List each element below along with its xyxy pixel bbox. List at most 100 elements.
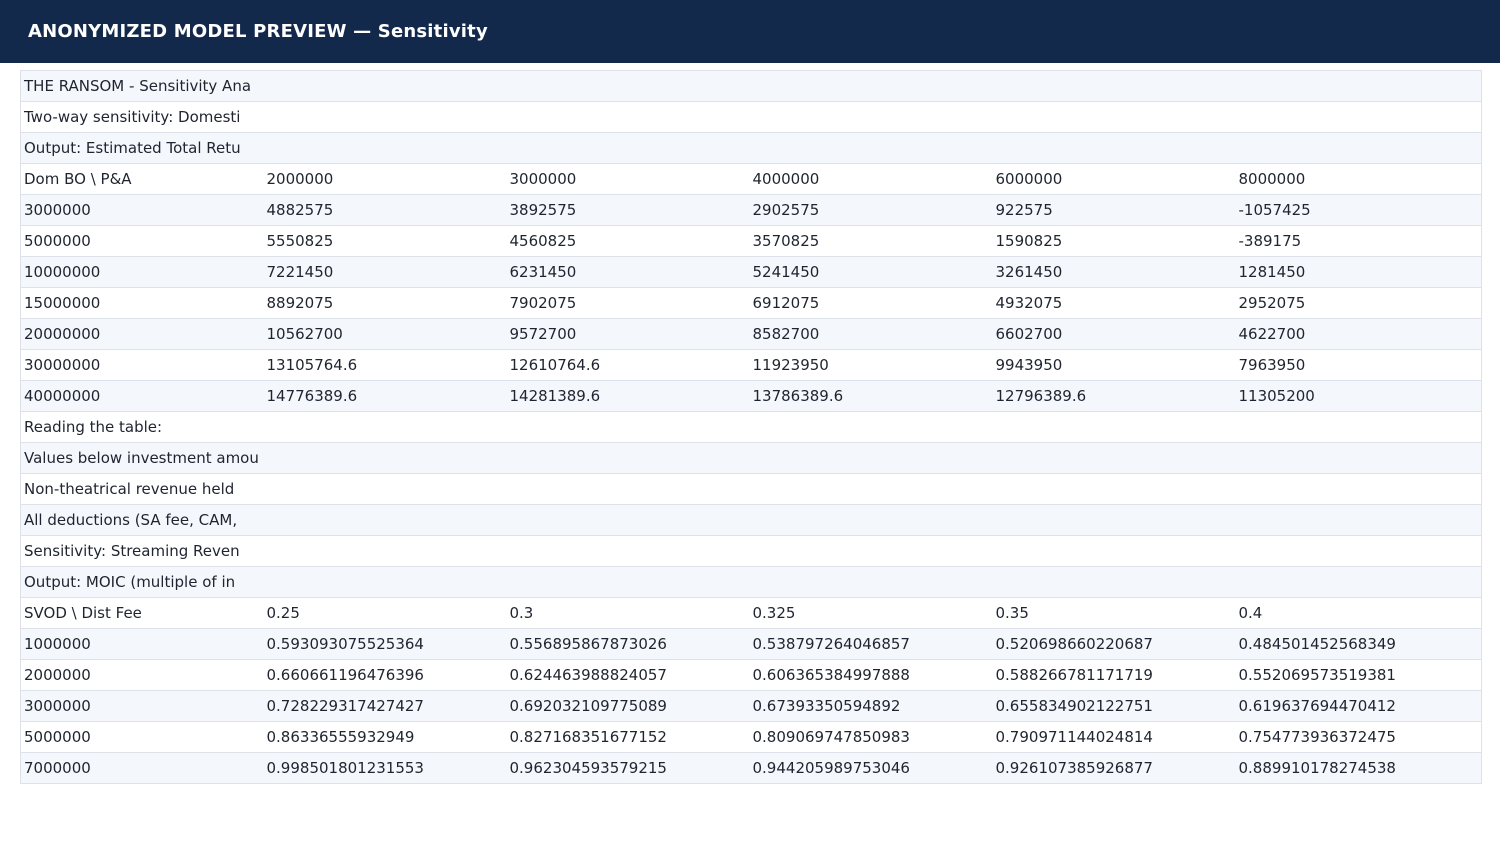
- table-cell[interactable]: 0.520698660220687: [992, 628, 1236, 660]
- table-cell[interactable]: [1235, 504, 1482, 536]
- table-cell[interactable]: 5241450: [749, 256, 993, 288]
- table-cell[interactable]: [263, 504, 507, 536]
- table-cell[interactable]: 10000000: [20, 256, 264, 288]
- table-cell[interactable]: [506, 132, 750, 164]
- table-cell[interactable]: 3000000: [20, 194, 264, 226]
- table-cell[interactable]: 0.588266781171719: [992, 659, 1236, 691]
- table-cell[interactable]: Reading the table:: [20, 411, 264, 443]
- table-cell[interactable]: 11923950: [749, 349, 993, 381]
- table-cell[interactable]: 0.655834902122751: [992, 690, 1236, 722]
- table-cell[interactable]: 0.926107385926877: [992, 752, 1236, 784]
- table-cell[interactable]: 0.944205989753046: [749, 752, 993, 784]
- table-cell[interactable]: All deductions (SA fee, CAM,: [20, 504, 264, 536]
- table-cell[interactable]: Output: Estimated Total Retu: [20, 132, 264, 164]
- table-cell[interactable]: [263, 473, 507, 505]
- table-cell[interactable]: 8892075: [263, 287, 507, 319]
- table-cell[interactable]: [506, 504, 750, 536]
- table-cell[interactable]: 14281389.6: [506, 380, 750, 412]
- table-cell[interactable]: 14776389.6: [263, 380, 507, 412]
- table-cell[interactable]: SVOD \ Dist Fee: [20, 597, 264, 629]
- table-cell[interactable]: THE RANSOM - Sensitivity Ana: [20, 70, 264, 102]
- table-cell[interactable]: 0.692032109775089: [506, 690, 750, 722]
- table-cell[interactable]: 4000000: [749, 163, 993, 195]
- table-cell[interactable]: [1235, 535, 1482, 567]
- table-cell[interactable]: 3000000: [20, 690, 264, 722]
- table-cell[interactable]: 6912075: [749, 287, 993, 319]
- table-cell[interactable]: 0.35: [992, 597, 1236, 629]
- table-cell[interactable]: [992, 132, 1236, 164]
- table-cell[interactable]: 0.325: [749, 597, 993, 629]
- table-cell[interactable]: [1235, 101, 1482, 133]
- table-cell[interactable]: 8000000: [1235, 163, 1482, 195]
- table-cell[interactable]: 0.593093075525364: [263, 628, 507, 660]
- table-cell[interactable]: 2000000: [263, 163, 507, 195]
- table-cell[interactable]: 2952075: [1235, 287, 1482, 319]
- table-cell[interactable]: [992, 70, 1236, 102]
- table-cell[interactable]: [749, 442, 993, 474]
- table-cell[interactable]: 9943950: [992, 349, 1236, 381]
- table-cell[interactable]: 4932075: [992, 287, 1236, 319]
- table-cell[interactable]: 12796389.6: [992, 380, 1236, 412]
- table-cell[interactable]: [749, 566, 993, 598]
- table-cell[interactable]: [749, 535, 993, 567]
- table-cell[interactable]: 1590825: [992, 225, 1236, 257]
- table-cell[interactable]: 0.624463988824057: [506, 659, 750, 691]
- table-cell[interactable]: 8582700: [749, 318, 993, 350]
- table-cell[interactable]: -1057425: [1235, 194, 1482, 226]
- table-cell[interactable]: 6602700: [992, 318, 1236, 350]
- table-cell[interactable]: Sensitivity: Streaming Reven: [20, 535, 264, 567]
- table-cell[interactable]: 0.827168351677152: [506, 721, 750, 753]
- table-cell[interactable]: [506, 70, 750, 102]
- table-cell[interactable]: [1235, 442, 1482, 474]
- table-cell[interactable]: [506, 101, 750, 133]
- table-cell[interactable]: [506, 411, 750, 443]
- table-cell[interactable]: 12610764.6: [506, 349, 750, 381]
- table-cell[interactable]: 3570825: [749, 225, 993, 257]
- table-cell[interactable]: [992, 566, 1236, 598]
- table-cell[interactable]: [263, 411, 507, 443]
- table-cell[interactable]: [1235, 473, 1482, 505]
- table-cell[interactable]: 0.790971144024814: [992, 721, 1236, 753]
- table-cell[interactable]: 20000000: [20, 318, 264, 350]
- table-cell[interactable]: 0.25: [263, 597, 507, 629]
- table-cell[interactable]: 5000000: [20, 225, 264, 257]
- table-cell[interactable]: 0.484501452568349: [1235, 628, 1482, 660]
- table-cell[interactable]: 1281450: [1235, 256, 1482, 288]
- table-cell[interactable]: 6000000: [992, 163, 1236, 195]
- table-cell[interactable]: [506, 566, 750, 598]
- table-cell[interactable]: 11305200: [1235, 380, 1482, 412]
- table-cell[interactable]: 13105764.6: [263, 349, 507, 381]
- table-cell[interactable]: [749, 411, 993, 443]
- table-cell[interactable]: 0.552069573519381: [1235, 659, 1482, 691]
- table-cell[interactable]: 9572700: [506, 318, 750, 350]
- table-cell[interactable]: 13786389.6: [749, 380, 993, 412]
- table-cell[interactable]: 10562700: [263, 318, 507, 350]
- table-cell[interactable]: [1235, 411, 1482, 443]
- table-cell[interactable]: [1235, 132, 1482, 164]
- table-cell[interactable]: 4882575: [263, 194, 507, 226]
- table-cell[interactable]: 15000000: [20, 287, 264, 319]
- table-cell[interactable]: [506, 442, 750, 474]
- table-cell[interactable]: Values below investment amou: [20, 442, 264, 474]
- table-cell[interactable]: [506, 535, 750, 567]
- table-cell[interactable]: 7963950: [1235, 349, 1482, 381]
- table-cell[interactable]: Output: MOIC (multiple of in: [20, 566, 264, 598]
- table-cell[interactable]: [749, 70, 993, 102]
- table-cell[interactable]: Dom BO \ P&A: [20, 163, 264, 195]
- table-cell[interactable]: 7902075: [506, 287, 750, 319]
- table-cell[interactable]: 1000000: [20, 628, 264, 660]
- table-cell[interactable]: [263, 535, 507, 567]
- table-cell[interactable]: [749, 132, 993, 164]
- table-cell[interactable]: 0.3: [506, 597, 750, 629]
- table-cell[interactable]: 0.606365384997888: [749, 659, 993, 691]
- table-cell[interactable]: 4622700: [1235, 318, 1482, 350]
- table-cell[interactable]: 30000000: [20, 349, 264, 381]
- table-cell[interactable]: 2000000: [20, 659, 264, 691]
- table-cell[interactable]: [263, 101, 507, 133]
- table-cell[interactable]: 7000000: [20, 752, 264, 784]
- table-cell[interactable]: 0.556895867873026: [506, 628, 750, 660]
- table-cell[interactable]: 0.538797264046857: [749, 628, 993, 660]
- table-cell[interactable]: 6231450: [506, 256, 750, 288]
- table-cell[interactable]: 3000000: [506, 163, 750, 195]
- table-cell[interactable]: 0.998501801231553: [263, 752, 507, 784]
